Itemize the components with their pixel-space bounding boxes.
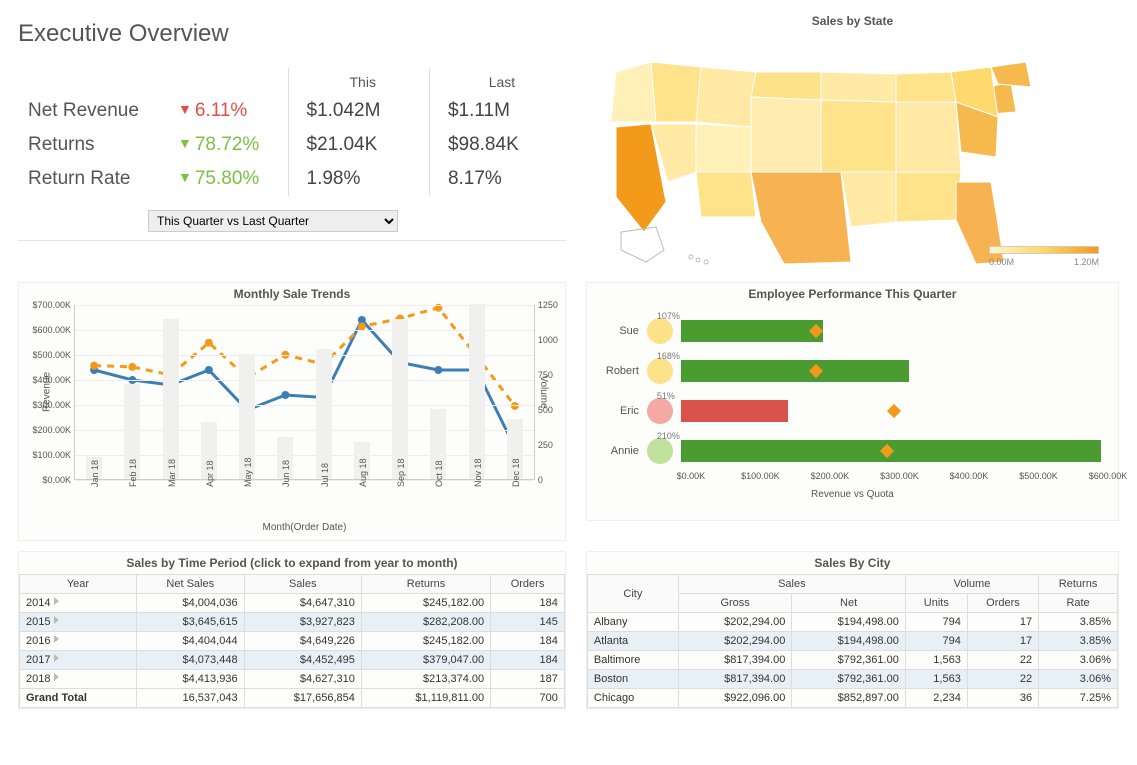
monthly-y2label: Volume (538, 375, 549, 408)
target-marker-icon (887, 404, 901, 418)
employee-chart[interactable]: 107% Sue 168% Robert 51% Eric 210% Annie… (587, 305, 1118, 520)
ep-row[interactable]: 168% Robert (597, 351, 1108, 391)
table-row[interactable]: Chicago$922,096.00$852,897.002,234367.25… (587, 689, 1117, 708)
ep-name: Eric (597, 405, 647, 417)
map-title: Sales by State (586, 10, 1119, 32)
period-table[interactable]: YearNet SalesSalesReturnsOrders2014$4,00… (19, 574, 565, 708)
table-row[interactable]: 2017$4,073,448$4,452,495$379,047.00184 (20, 651, 565, 670)
city-table-panel: Sales By City City Sales Volume Returns … (586, 551, 1119, 709)
kpi-this: 1.98% (288, 162, 429, 196)
ep-xlabel: Revenue vs Quota (597, 489, 1108, 500)
status-dot-icon (647, 318, 673, 344)
table-row[interactable]: Albany$202,294.00$194,498.00794173.85% (587, 613, 1117, 632)
kpi-label: Return Rate (18, 162, 168, 196)
monthly-sale-trends-panel: Monthly Sale Trends Revenue Volume $0.00… (18, 282, 566, 541)
employee-performance-panel: Employee Performance This Quarter 107% S… (586, 282, 1119, 521)
table-row[interactable]: Boston$817,394.00$792,361.001,563223.06% (587, 670, 1117, 689)
city-table[interactable]: City Sales Volume Returns GrossNet Units… (587, 574, 1118, 708)
kpi-label: Returns (18, 128, 168, 162)
kpi-col-this: This (288, 68, 429, 94)
kpi-label: Net Revenue (18, 94, 168, 128)
status-dot-icon (647, 438, 673, 464)
table-row[interactable]: 2015$3,645,615$3,927,823$282,208.00145 (20, 613, 565, 632)
kpi-this: $1.042M (288, 94, 429, 128)
period-table-title: Sales by Time Period (click to expand fr… (19, 552, 565, 574)
ep-name: Annie (597, 445, 647, 457)
kpi-pct: ▼75.80% (168, 162, 288, 196)
kpi-last: $1.11M (429, 94, 565, 128)
expand-icon[interactable] (54, 673, 59, 681)
expand-icon[interactable] (54, 597, 59, 605)
monthly-xlabel: Month(Order Date) (74, 522, 535, 533)
table-row[interactable]: 2016$4,404,044$4,649,226$245,182.00184 (20, 632, 565, 651)
ep-row[interactable]: 107% Sue (597, 311, 1108, 351)
expand-icon[interactable] (54, 635, 59, 643)
kpi-last: 8.17% (429, 162, 565, 196)
monthly-title: Monthly Sale Trends (19, 283, 565, 305)
kpi-pct: ▼78.72% (168, 128, 288, 162)
table-row[interactable]: Baltimore$817,394.00$792,361.001,563223.… (587, 651, 1117, 670)
kpi-this: $21.04K (288, 128, 429, 162)
ep-title: Employee Performance This Quarter (587, 283, 1118, 305)
expand-icon[interactable] (54, 654, 59, 662)
ep-pct: 210% (657, 431, 680, 441)
kpi-last: $98.84K (429, 128, 565, 162)
ep-pct: 51% (657, 391, 675, 401)
kpi-table: This Last Net Revenue ▼6.11% $1.042M $1.… (18, 68, 566, 196)
status-dot-icon (647, 398, 673, 424)
kpi-pct: ▼6.11% (168, 94, 288, 128)
status-dot-icon (647, 358, 673, 384)
expand-icon[interactable] (54, 616, 59, 624)
monthly-chart[interactable]: Revenue Volume $0.00K$100.00K$200.00K$30… (19, 305, 565, 540)
kpi-col-last: Last (429, 68, 565, 94)
ep-row[interactable]: 210% Annie (597, 431, 1108, 471)
ep-name: Sue (597, 325, 647, 337)
page-title: Executive Overview (18, 20, 566, 48)
ep-pct: 107% (657, 311, 680, 321)
table-row[interactable]: Atlanta$202,294.00$194,498.00794173.85% (587, 632, 1117, 651)
ep-row[interactable]: 51% Eric (597, 391, 1108, 431)
city-table-title: Sales By City (587, 552, 1118, 574)
period-selector[interactable]: This Quarter vs Last Quarter (148, 210, 398, 232)
sales-by-state-map[interactable]: 0.00M1.20M (586, 32, 1119, 282)
table-row[interactable]: 2014$4,004,036$4,647,310$245,182.00184 (20, 594, 565, 613)
period-table-panel: Sales by Time Period (click to expand fr… (18, 551, 566, 709)
ep-pct: 168% (657, 351, 680, 361)
table-row[interactable]: 2018$4,413,936$4,627,310$213,374.00187 (20, 670, 565, 689)
grand-total-row: Grand Total16,537,043$17,656,854$1,119,8… (20, 689, 565, 708)
map-legend: 0.00M1.20M (989, 246, 1099, 267)
ep-name: Robert (597, 365, 647, 377)
